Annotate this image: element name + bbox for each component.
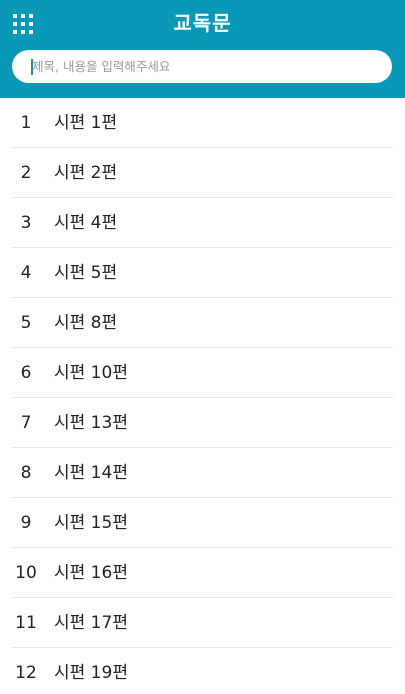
list-item[interactable]: 2 시편 2편 xyxy=(12,148,393,198)
item-number: 12 xyxy=(15,663,37,683)
reading-list: 1 시편 1편 2 시편 2편 3 시편 4편 4 시편 5편 5 시편 8편 … xyxy=(0,98,405,694)
item-number: 8 xyxy=(20,463,32,483)
item-number: 10 xyxy=(15,563,37,583)
item-title: 시편 19편 xyxy=(54,663,128,683)
list-item[interactable]: 8 시편 14편 xyxy=(12,448,393,498)
list-item[interactable]: 12 시편 19편 xyxy=(12,648,393,694)
item-title: 시편 8편 xyxy=(54,313,118,333)
list-item[interactable]: 11 시편 17편 xyxy=(12,598,393,648)
item-title: 시편 1편 xyxy=(54,113,118,133)
search-box[interactable] xyxy=(12,50,392,83)
item-number: 6 xyxy=(20,363,32,383)
item-title: 시편 2편 xyxy=(54,163,118,183)
item-title: 시편 17편 xyxy=(54,613,128,633)
page-title: 교독문 xyxy=(173,11,232,35)
top-bar: 교독문 xyxy=(0,0,405,98)
item-number: 2 xyxy=(20,163,32,183)
item-title: 시편 4편 xyxy=(54,213,118,233)
item-title: 시편 14편 xyxy=(54,463,128,483)
item-number: 5 xyxy=(20,313,32,333)
list-item[interactable]: 3 시편 4편 xyxy=(12,198,393,248)
item-title: 시편 15편 xyxy=(54,513,128,533)
item-title: 시편 13편 xyxy=(54,413,128,433)
item-number: 7 xyxy=(20,413,32,433)
list-item[interactable]: 10 시편 16편 xyxy=(12,548,393,598)
app-screen: 교독문 1 시편 1편 2 시편 2편 3 시편 4편 4 시편 5편 5 시편… xyxy=(0,0,405,694)
list-item[interactable]: 9 시편 15편 xyxy=(12,498,393,548)
item-title: 시편 5편 xyxy=(54,263,118,283)
item-number: 9 xyxy=(20,513,32,533)
list-item[interactable]: 6 시편 10편 xyxy=(12,348,393,398)
item-number: 3 xyxy=(20,213,32,233)
item-number: 11 xyxy=(15,613,37,633)
item-title: 시편 10편 xyxy=(54,363,128,383)
list-item[interactable]: 5 시편 8편 xyxy=(12,298,393,348)
item-number: 1 xyxy=(20,113,32,133)
list-item[interactable]: 1 시편 1편 xyxy=(12,98,393,148)
item-number: 4 xyxy=(20,263,32,283)
item-title: 시편 16편 xyxy=(54,563,128,583)
search-input[interactable] xyxy=(32,50,382,83)
list-item[interactable]: 7 시편 13편 xyxy=(12,398,393,448)
list-item[interactable]: 4 시편 5편 xyxy=(12,248,393,298)
